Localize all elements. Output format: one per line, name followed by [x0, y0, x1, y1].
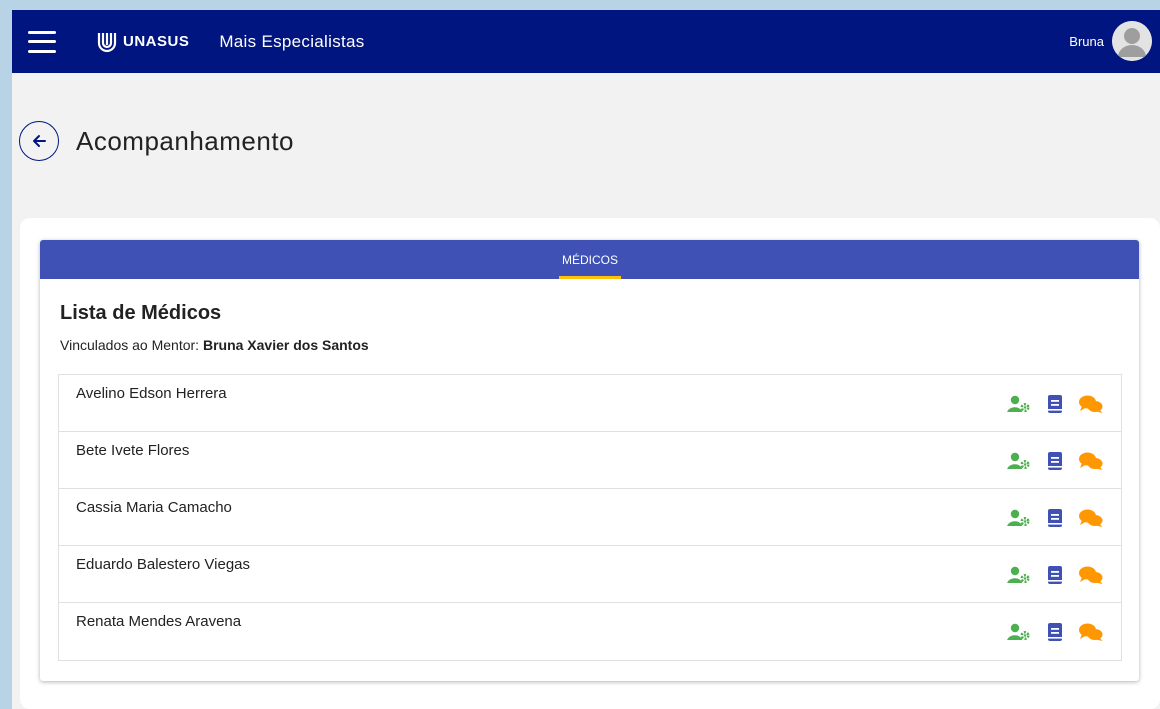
page-title: Acompanhamento [76, 125, 295, 156]
tab-bar: MÉDICOS [40, 240, 1139, 279]
list-item: Cassia Maria Camacho [59, 489, 1121, 546]
user-cog-icon[interactable] [1007, 394, 1031, 414]
doctor-name: Bete Ivete Flores [76, 442, 190, 459]
user-name: Bruna [1069, 33, 1104, 49]
book-icon[interactable] [1043, 508, 1067, 528]
tab-medicos[interactable]: MÉDICOS [559, 240, 621, 279]
doctor-name: Renata Mendes Aravena [76, 613, 242, 630]
avatar[interactable] [1112, 21, 1152, 61]
doctor-name: Cassia Maria Camacho [76, 499, 232, 516]
doctors-panel: MÉDICOS Lista de Médicos Vinculados ao M… [40, 240, 1139, 681]
book-icon[interactable] [1043, 622, 1067, 642]
back-button[interactable] [19, 121, 59, 161]
mentor-line: Vinculados ao Mentor: Bruna Xavier dos S… [60, 337, 369, 353]
row-actions [995, 451, 1103, 471]
doctor-name: Eduardo Balestero Viegas [76, 556, 251, 573]
mentor-label: Vinculados ao Mentor: [60, 337, 203, 353]
mentor-name: Bruna Xavier dos Santos [202, 337, 369, 353]
app-title: Mais Especialistas [219, 31, 365, 51]
arrow-left-icon [33, 135, 46, 147]
list-item: Renata Mendes Aravena [59, 603, 1121, 660]
app-frame: UNASUS Mais Especialistas Bruna Acompanh… [12, 10, 1160, 709]
chat-bubbles-icon[interactable] [1079, 565, 1103, 585]
book-icon[interactable] [1043, 451, 1067, 471]
doctor-list: Avelino Edson Herrera Bete Ivete Flores … [58, 374, 1122, 661]
list-item: Bete Ivete Flores [59, 432, 1121, 489]
book-icon[interactable] [1043, 394, 1067, 414]
avatar-person-icon [1112, 21, 1152, 61]
user-cog-icon[interactable] [1007, 508, 1031, 528]
chat-bubbles-icon[interactable] [1079, 394, 1103, 414]
hamburger-menu-icon[interactable] [28, 30, 56, 53]
tab-active-indicator [559, 276, 621, 279]
row-actions [995, 508, 1103, 528]
user-cog-icon[interactable] [1007, 622, 1031, 642]
page-header: Acompanhamento [19, 121, 1160, 161]
row-actions [995, 394, 1103, 414]
row-actions [995, 565, 1103, 585]
doctor-name: Avelino Edson Herrera [76, 385, 227, 402]
unasus-logo: UNASUS [96, 31, 189, 53]
list-item: Eduardo Balestero Viegas [59, 546, 1121, 603]
unasus-logo-icon [97, 32, 117, 52]
user-cog-icon[interactable] [1007, 565, 1031, 585]
list-title: Lista de Médicos [60, 302, 222, 324]
content-card: MÉDICOS Lista de Médicos Vinculados ao M… [20, 218, 1160, 709]
top-app-bar: UNASUS Mais Especialistas Bruna [12, 10, 1160, 73]
chat-bubbles-icon[interactable] [1079, 451, 1103, 471]
chat-bubbles-icon[interactable] [1079, 508, 1103, 528]
user-menu[interactable]: Bruna [1069, 21, 1152, 61]
logo-text: UNASUS [123, 33, 190, 50]
row-actions [995, 622, 1103, 642]
chat-bubbles-icon[interactable] [1079, 622, 1103, 642]
user-cog-icon[interactable] [1007, 451, 1031, 471]
list-item: Avelino Edson Herrera [59, 375, 1121, 432]
book-icon[interactable] [1043, 565, 1067, 585]
